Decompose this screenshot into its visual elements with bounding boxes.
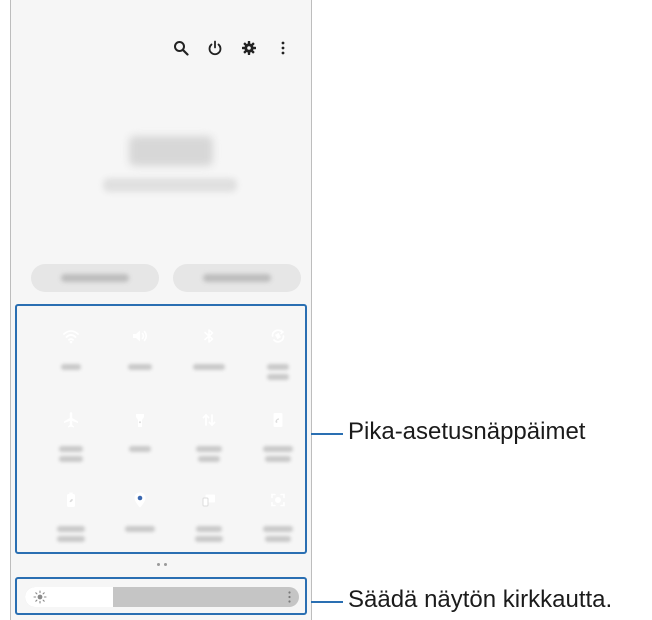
brightness-slider[interactable] [25, 587, 299, 607]
callout-line-quick-settings [311, 433, 343, 435]
tile-label-blurred [61, 364, 81, 370]
power-saving-icon [67, 492, 75, 507]
callout-quick-settings: Pika-asetusnäppäimet [348, 418, 586, 445]
gear-icon[interactable] [239, 38, 259, 58]
tile-label-blurred [193, 364, 225, 370]
header-icons [171, 38, 293, 58]
auto-rotate-icon [271, 329, 285, 343]
tile-sound[interactable] [120, 316, 160, 356]
tile-label-blurred [267, 364, 289, 370]
tile-label-blurred [59, 446, 83, 452]
tile-label-blurred [265, 456, 291, 462]
link-to-windows-icon [202, 494, 215, 507]
clock-blurred [129, 136, 213, 166]
wifi-icon [63, 330, 79, 344]
tile-label-blurred [57, 536, 85, 542]
tile-power-saving[interactable] [51, 480, 91, 520]
tile-label-blurred [263, 446, 293, 452]
tile-label-blurred [125, 526, 155, 532]
tile-mobile-data[interactable] [189, 400, 229, 440]
tile-label-blurred [196, 446, 222, 452]
page-indicator[interactable] [157, 563, 167, 566]
tile-bluetooth[interactable] [189, 316, 229, 356]
tile-label-blurred [57, 526, 85, 532]
screen-recorder-icon [271, 493, 285, 507]
flashlight-icon [136, 414, 144, 427]
power-icon[interactable] [205, 38, 225, 58]
tile-label-blurred [267, 374, 289, 380]
location-icon [134, 492, 146, 508]
tile-hotspot[interactable] [258, 400, 298, 440]
mobile-data-icon [202, 413, 216, 427]
tile-wifi[interactable] [51, 316, 91, 356]
callout-brightness: Säädä näytön kirkkautta. [348, 586, 613, 613]
more-vertical-icon[interactable] [288, 591, 291, 603]
blurred-label [203, 274, 271, 282]
media-output-button[interactable] [173, 264, 301, 292]
tile-screen-recorder[interactable] [258, 480, 298, 520]
sun-icon [33, 590, 47, 604]
more-vertical-icon[interactable] [273, 38, 293, 58]
callout-line-brightness [311, 601, 343, 603]
notification-panel [10, 0, 312, 620]
tile-label-blurred [129, 446, 151, 452]
airplane-icon [64, 412, 78, 428]
hotspot-icon [273, 413, 283, 427]
tile-label-blurred [196, 526, 222, 532]
tile-airplane[interactable] [51, 400, 91, 440]
tile-label-blurred [198, 456, 220, 462]
tile-label-blurred [59, 456, 83, 462]
tile-label-blurred [265, 536, 291, 542]
volume-icon [133, 330, 148, 342]
brightness-bar-highlight [15, 577, 307, 615]
date-blurred [103, 178, 237, 192]
search-icon[interactable] [171, 38, 191, 58]
tile-label-blurred [263, 526, 293, 532]
tile-label-blurred [128, 364, 152, 370]
tile-label-blurred [195, 536, 223, 542]
device-control-button[interactable] [31, 264, 159, 292]
tile-flashlight[interactable] [120, 400, 160, 440]
quick-settings-panel [15, 304, 307, 554]
tile-auto-rotate[interactable] [258, 316, 298, 356]
tile-link-to-windows[interactable] [189, 480, 229, 520]
tile-location[interactable] [120, 480, 160, 520]
blurred-label [61, 274, 129, 282]
bluetooth-icon [204, 329, 214, 343]
